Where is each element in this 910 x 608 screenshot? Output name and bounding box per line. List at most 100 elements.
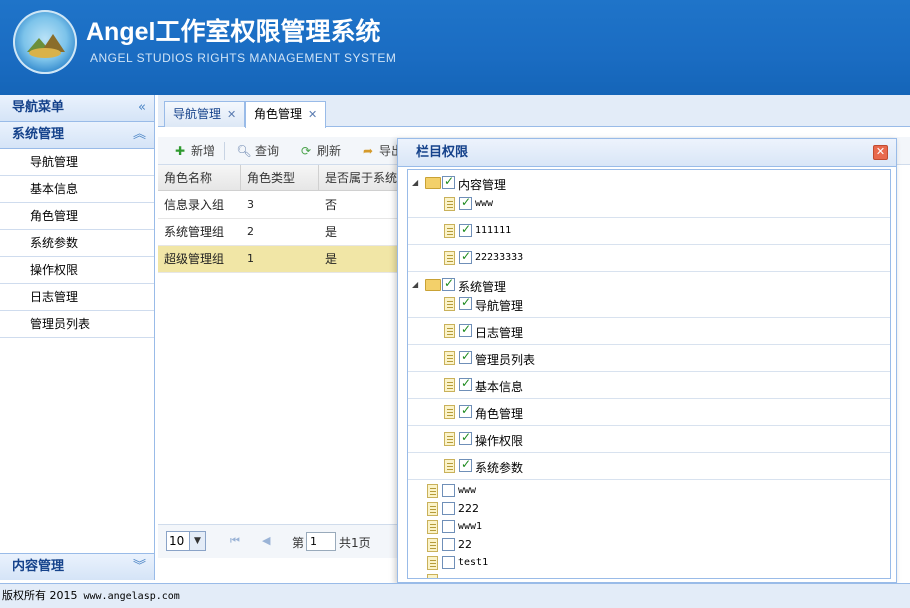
tree-node-label: 22233333: [475, 252, 524, 263]
tab-nav-management[interactable]: 导航管理 ✕: [164, 101, 246, 127]
search-icon: 🔍︎: [236, 144, 252, 158]
document-icon: [427, 574, 438, 578]
sidebar: 导航菜单 « 系统管理 ︽ 导航管理 基本信息 角色管理 系统参数 操作权限 日…: [0, 95, 155, 580]
page-total: 共1页: [339, 536, 371, 550]
document-icon: [444, 351, 455, 365]
sidebar-section-label: 系统管理: [12, 127, 65, 142]
column-header-type[interactable]: 角色类型: [241, 165, 319, 191]
tree-node[interactable]: www: [408, 191, 890, 218]
tree-node[interactable]: 管理员列表: [408, 345, 890, 372]
add-button[interactable]: ✚ 新增: [172, 140, 215, 162]
tree-node[interactable]: 22: [408, 536, 890, 554]
tree-node[interactable]: test1: [408, 554, 890, 572]
folder-icon: [425, 177, 441, 189]
tree-node-label: 222: [458, 502, 479, 515]
tree-node[interactable]: www: [408, 482, 890, 500]
checkbox-checked[interactable]: [459, 295, 472, 310]
column-header-name[interactable]: 角色名称: [158, 165, 241, 191]
checkbox-checked[interactable]: [459, 195, 472, 210]
tree-node[interactable]: 角色管理: [408, 399, 890, 426]
tree-node-partial[interactable]: [408, 572, 890, 578]
checkbox-unchecked[interactable]: [442, 556, 455, 569]
checkbox-unchecked[interactable]: [442, 520, 455, 533]
sidebar-nav-header: 导航菜单 «: [0, 95, 154, 122]
document-icon: [444, 405, 455, 419]
app-subtitle: ANGEL STUDIOS RIGHTS MANAGEMENT SYSTEM: [90, 51, 397, 65]
tab-role-management[interactable]: 角色管理 ✕: [245, 101, 327, 128]
tree-node[interactable]: 222: [408, 500, 890, 518]
refresh-button[interactable]: ⟳ 刷新: [298, 140, 341, 162]
tree-node[interactable]: 111111: [408, 218, 890, 245]
document-icon: [427, 538, 438, 552]
checkbox-checked[interactable]: [459, 430, 472, 445]
sidebar-item-logs[interactable]: 日志管理: [0, 284, 154, 311]
checkbox-checked[interactable]: [442, 174, 455, 189]
checkbox-checked[interactable]: [442, 276, 455, 291]
document-icon: [444, 224, 455, 238]
sidebar-item-admins[interactable]: 管理员列表: [0, 311, 154, 338]
sidebar-item-permissions[interactable]: 操作权限: [0, 257, 154, 284]
page-number-input[interactable]: 1: [306, 532, 336, 551]
pager: 10 ▼ ⏮ ◀ 第 1 共1页: [158, 524, 398, 558]
checkbox-checked[interactable]: [459, 376, 472, 391]
document-icon: [444, 324, 455, 338]
dialog-title: 栏目权限: [416, 145, 469, 160]
tree-node[interactable]: 导航管理: [408, 291, 890, 318]
close-icon[interactable]: ✕: [227, 108, 236, 121]
sidebar-item-params[interactable]: 系统参数: [0, 230, 154, 257]
table-row[interactable]: 信息录入组 3 否: [158, 192, 398, 219]
tree-node[interactable]: www1: [408, 518, 890, 536]
checkbox-checked[interactable]: [459, 222, 472, 237]
close-icon[interactable]: ✕: [308, 108, 317, 121]
checkbox-checked[interactable]: [459, 403, 472, 418]
app-title: Angel工作室权限管理系统: [86, 18, 381, 46]
sidebar-section-system[interactable]: 系统管理 ︽: [0, 122, 154, 149]
table-row[interactable]: 系统管理组 2 是: [158, 219, 398, 246]
tree-node-label: 系统参数: [475, 461, 524, 475]
checkbox-unchecked[interactable]: [442, 538, 455, 551]
prev-page-icon[interactable]: ◀: [262, 534, 270, 547]
cell-type: 2: [247, 225, 254, 238]
cell-system: 否: [325, 198, 338, 212]
document-icon: [427, 502, 438, 516]
sidebar-item-basic-info[interactable]: 基本信息: [0, 176, 154, 203]
tree-node-label: www1: [458, 521, 483, 532]
column-header-system[interactable]: 是否属于系统: [319, 165, 409, 191]
tree-node-label: test1: [458, 557, 489, 568]
document-icon: [444, 432, 455, 446]
tab-label: 导航管理: [173, 107, 222, 121]
tree-node-label: 日志管理: [475, 326, 524, 340]
cell-name: 系统管理组: [164, 225, 225, 239]
first-page-icon[interactable]: ⏮: [230, 534, 240, 548]
sidebar-section-content[interactable]: 内容管理 ︾: [0, 553, 154, 580]
table-row-selected[interactable]: 超级管理组 1 是: [158, 246, 398, 273]
footer-url[interactable]: www.angelasp.com: [84, 591, 180, 602]
double-chevron-left-icon[interactable]: «: [138, 95, 146, 121]
tree-node-label: 111111: [475, 225, 512, 236]
sidebar-nav-title: 导航菜单: [12, 100, 65, 115]
close-icon[interactable]: ✕: [873, 145, 888, 160]
search-button[interactable]: 🔍︎ 查询: [236, 140, 279, 162]
checkbox-checked[interactable]: [459, 322, 472, 337]
sidebar-item-role[interactable]: 角色管理: [0, 203, 154, 230]
expand-triangle-icon[interactable]: ◢: [412, 178, 418, 187]
checkbox-checked[interactable]: [459, 349, 472, 364]
checkbox-checked[interactable]: [459, 457, 472, 472]
copyright-text: 版权所有 2015: [2, 589, 78, 602]
tree-node[interactable]: 22233333: [408, 245, 890, 272]
tree-node[interactable]: 基本信息: [408, 372, 890, 399]
tree-node[interactable]: 操作权限: [408, 426, 890, 453]
expand-triangle-icon[interactable]: ◢: [412, 280, 418, 289]
sidebar-item-nav[interactable]: 导航管理: [0, 149, 154, 176]
tree-node-label: www: [458, 485, 477, 496]
page-size-select[interactable]: 10 ▼: [166, 531, 206, 551]
tree-node[interactable]: 日志管理: [408, 318, 890, 345]
document-icon: [444, 251, 455, 265]
tree-node-label: www: [475, 198, 494, 209]
checkbox-unchecked[interactable]: [442, 484, 455, 497]
checkbox-checked[interactable]: [459, 249, 472, 264]
tree-node[interactable]: 系统参数: [408, 453, 890, 480]
double-chevron-down-icon[interactable]: ︾: [133, 554, 146, 580]
checkbox-unchecked[interactable]: [442, 502, 455, 515]
double-chevron-up-icon[interactable]: ︽: [133, 122, 146, 148]
